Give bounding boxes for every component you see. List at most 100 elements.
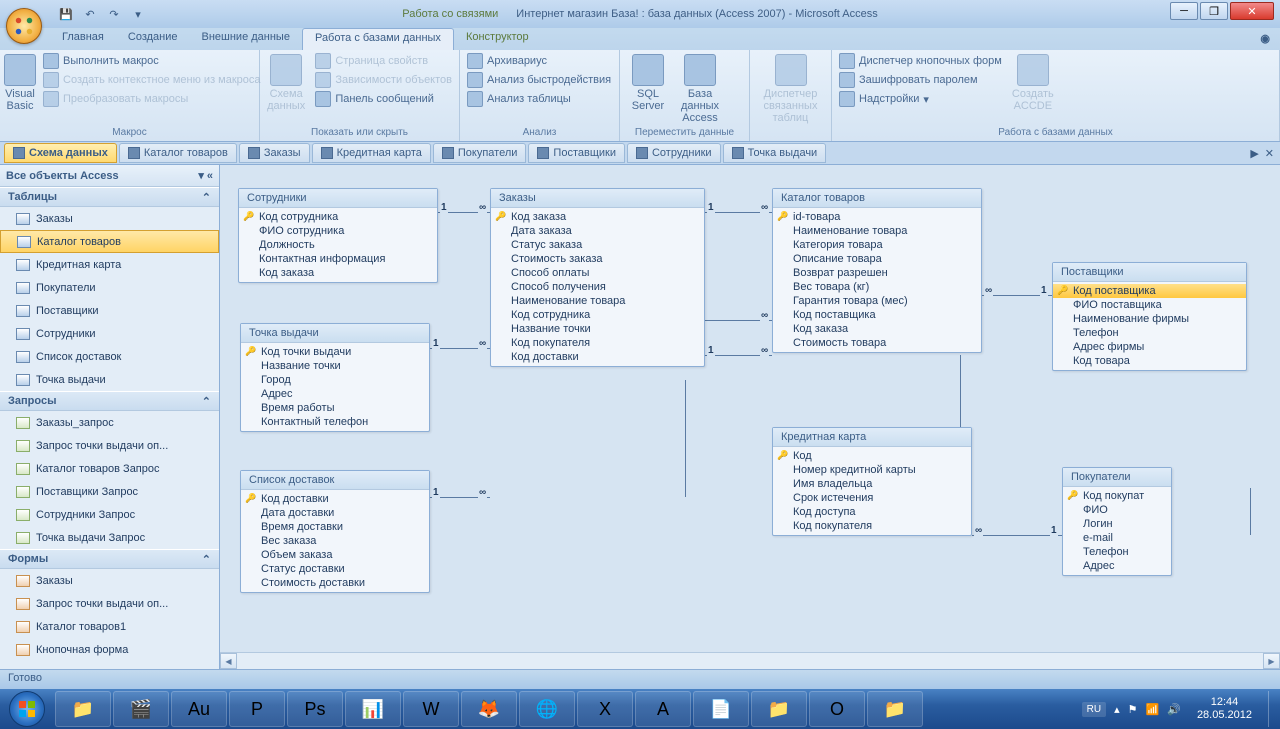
taskbar-app-3[interactable]: P [229, 691, 285, 727]
entity-field[interactable]: Вес товара (кг) [773, 280, 981, 294]
run-macro-button[interactable]: Выполнить макрос [40, 52, 264, 70]
entity-field[interactable]: Стоимость товара [773, 336, 981, 350]
entity-field[interactable]: Контактный телефон [241, 415, 429, 429]
taskbar-app-14[interactable]: 📁 [867, 691, 923, 727]
taskbar-app-1[interactable]: 🎬 [113, 691, 169, 727]
doc-tab-4[interactable]: Покупатели [433, 143, 527, 163]
entity-field[interactable]: Контактная информация [239, 252, 437, 266]
nav-item[interactable]: Кнопочная форма [0, 638, 219, 661]
entity-field[interactable]: ФИО поставщика [1053, 298, 1246, 312]
entity-field[interactable]: Адрес фирмы [1053, 340, 1246, 354]
tray-network-icon[interactable]: 📶 [1146, 703, 1160, 716]
addins-button[interactable]: Надстройки▾ [836, 90, 1005, 108]
start-button[interactable] [0, 689, 54, 729]
entity-field[interactable]: Код сотрудника [239, 210, 437, 224]
nav-item[interactable]: Каталог товаров [0, 230, 219, 253]
entity-field[interactable]: e-mail [1063, 531, 1171, 545]
entity-Поставщики[interactable]: Поставщики Код поставщикаФИО поставщикаНа… [1052, 262, 1247, 371]
entity-field[interactable]: Адрес [241, 387, 429, 401]
entity-Список доставок[interactable]: Список доставокКод доставкиДата доставки… [240, 470, 430, 593]
tray-up-icon[interactable]: ▴ [1114, 703, 1120, 716]
entity-field[interactable]: Код поставщика [1053, 284, 1246, 298]
close-button[interactable]: ✕ [1230, 2, 1274, 20]
entity-title[interactable]: Каталог товаров [773, 189, 981, 208]
doc-tab-3[interactable]: Кредитная карта [312, 143, 431, 163]
entity-field[interactable]: Способ оплаты [491, 266, 704, 280]
entity-field[interactable]: Код сотрудника [491, 308, 704, 322]
visual-basic-button[interactable]: Visual Basic [4, 52, 36, 112]
taskbar-app-5[interactable]: 📊 [345, 691, 401, 727]
entity-Каталог товаров[interactable]: Каталог товаровid-товараНаименование тов… [772, 188, 982, 353]
ribbon-tab-2[interactable]: Внешние данные [190, 28, 302, 50]
entity-field[interactable]: Срок истечения [773, 491, 971, 505]
ribbon-tab-4[interactable]: Конструктор [454, 28, 541, 50]
nav-item[interactable]: Сотрудники [0, 322, 219, 345]
encrypt-button[interactable]: Зашифровать паролем [836, 71, 1005, 89]
qat-save-icon[interactable]: 💾 [56, 4, 76, 24]
entity-Кредитная карта[interactable]: Кредитная картаКодНомер кредитной картыИ… [772, 427, 972, 536]
nav-item[interactable]: Запрос точки выдачи оп... [0, 592, 219, 615]
nav-item[interactable]: Точка выдачи [0, 368, 219, 391]
entity-field[interactable]: Код покупателя [491, 336, 704, 350]
nav-category[interactable]: Таблицы⌃ [0, 187, 219, 207]
doc-tab-6[interactable]: Сотрудники [627, 143, 721, 163]
help-icon[interactable]: ◉ [1260, 32, 1270, 45]
nav-item[interactable]: Каталог товаров1 [0, 615, 219, 638]
message-bar-button[interactable]: Панель сообщений [312, 90, 455, 108]
nav-item[interactable]: Поставщики [0, 299, 219, 322]
entity-field[interactable]: Стоимость заказа [491, 252, 704, 266]
entity-field[interactable]: Возврат разрешен [773, 266, 981, 280]
entity-Покупатели[interactable]: ПокупателиКод покупатФИОЛогинe-mailТелеф… [1062, 467, 1172, 576]
analyze-table-button[interactable]: Анализ таблицы [464, 90, 614, 108]
taskbar-app-11[interactable]: 📄 [693, 691, 749, 727]
entity-field[interactable]: Стоимость доставки [241, 576, 429, 590]
taskbar-app-0[interactable]: 📁 [55, 691, 111, 727]
scroll-left-icon[interactable]: ◀ [220, 653, 237, 669]
entity-field[interactable]: Название точки [241, 359, 429, 373]
entity-field[interactable]: Дата доставки [241, 506, 429, 520]
entity-field[interactable]: Время работы [241, 401, 429, 415]
taskbar-app-10[interactable]: A [635, 691, 691, 727]
entity-Сотрудники[interactable]: СотрудникиКод сотрудникаФИО сотрудникаДо… [238, 188, 438, 283]
qat-dropdown-icon[interactable]: ▾ [128, 4, 148, 24]
tray-volume-icon[interactable]: 🔊 [1167, 703, 1181, 716]
entity-field[interactable]: Статус доставки [241, 562, 429, 576]
entity-field[interactable]: Код заказа [773, 322, 981, 336]
entity-field[interactable]: id-товара [773, 210, 981, 224]
office-button[interactable] [6, 8, 42, 44]
entity-title[interactable]: Список доставок [241, 471, 429, 490]
entity-field[interactable]: Способ получения [491, 280, 704, 294]
taskbar-app-7[interactable]: 🦊 [461, 691, 517, 727]
doc-tab-7[interactable]: Точка выдачи [723, 143, 827, 163]
tabs-close-icon[interactable]: ✕ [1265, 147, 1274, 160]
documenter-button[interactable]: Архивариус [464, 52, 614, 70]
access-db-button[interactable]: База данных Access [676, 52, 724, 124]
entity-field[interactable]: Имя владельца [773, 477, 971, 491]
taskbar-app-2[interactable]: Au [171, 691, 227, 727]
nav-item[interactable]: Запрос точки выдачи оп... [0, 434, 219, 457]
qat-redo-icon[interactable]: ↷ [104, 4, 124, 24]
tabs-scroll-right-icon[interactable]: ▶ [1250, 147, 1258, 160]
taskbar-app-8[interactable]: 🌐 [519, 691, 575, 727]
nav-item[interactable]: Сотрудники Запрос [0, 503, 219, 526]
entity-field[interactable]: Телефон [1053, 326, 1246, 340]
language-indicator[interactable]: RU [1082, 702, 1106, 717]
entity-title[interactable]: Поставщики [1053, 263, 1246, 282]
tray-flag-icon[interactable]: ⚑ [1128, 703, 1138, 716]
nav-item[interactable]: Точка выдачи Запрос [0, 526, 219, 549]
entity-field[interactable]: Адрес [1063, 559, 1171, 573]
entity-title[interactable]: Заказы [491, 189, 704, 208]
entity-field[interactable]: Логин [1063, 517, 1171, 531]
nav-item[interactable]: Заказы [0, 207, 219, 230]
entity-Заказы[interactable]: ЗаказыКод заказаДата заказаСтатус заказа… [490, 188, 705, 367]
nav-item[interactable]: Заказы_запрос [0, 411, 219, 434]
scroll-right-icon[interactable]: ▶ [1263, 653, 1280, 669]
entity-field[interactable]: Код поставщика [773, 308, 981, 322]
entity-field[interactable]: Наименование фирмы [1053, 312, 1246, 326]
show-desktop-button[interactable] [1268, 691, 1276, 727]
entity-field[interactable]: Гарантия товара (мес) [773, 294, 981, 308]
nav-item[interactable]: Покупатели [0, 276, 219, 299]
entity-field[interactable]: Код точки выдачи [241, 345, 429, 359]
relationships-canvas[interactable]: ◀ ▶ 1∞1∞1∞1∞1∞∞1∞1∞СотрудникиКод сотрудн… [220, 165, 1280, 669]
entity-title[interactable]: Кредитная карта [773, 428, 971, 447]
